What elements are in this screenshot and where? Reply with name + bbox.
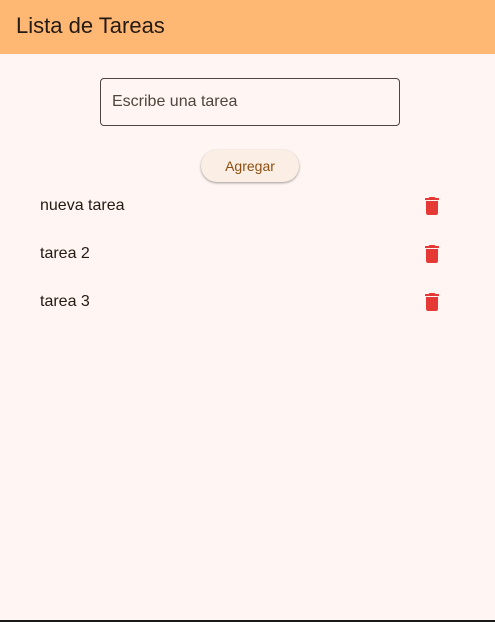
task-item: tarea 2 xyxy=(0,230,495,278)
delete-task-button[interactable] xyxy=(416,286,448,318)
page-title: Lista de Tareas xyxy=(16,13,165,38)
delete-icon xyxy=(425,293,439,311)
task-item: tarea 3 xyxy=(0,278,495,326)
delete-task-button[interactable] xyxy=(416,190,448,222)
delete-icon xyxy=(425,197,439,215)
task-label: nueva tarea xyxy=(40,197,125,214)
delete-task-button[interactable] xyxy=(416,238,448,270)
task-list: nueva tarea tarea 2 tarea 3 xyxy=(0,182,495,326)
task-input[interactable] xyxy=(100,78,400,126)
add-task-button[interactable]: Agregar xyxy=(201,150,299,182)
task-label: tarea 3 xyxy=(40,293,90,310)
task-label: tarea 2 xyxy=(40,245,90,262)
delete-icon xyxy=(425,245,439,263)
task-item: nueva tarea xyxy=(0,182,495,230)
app-bar: Lista de Tareas xyxy=(0,0,495,54)
